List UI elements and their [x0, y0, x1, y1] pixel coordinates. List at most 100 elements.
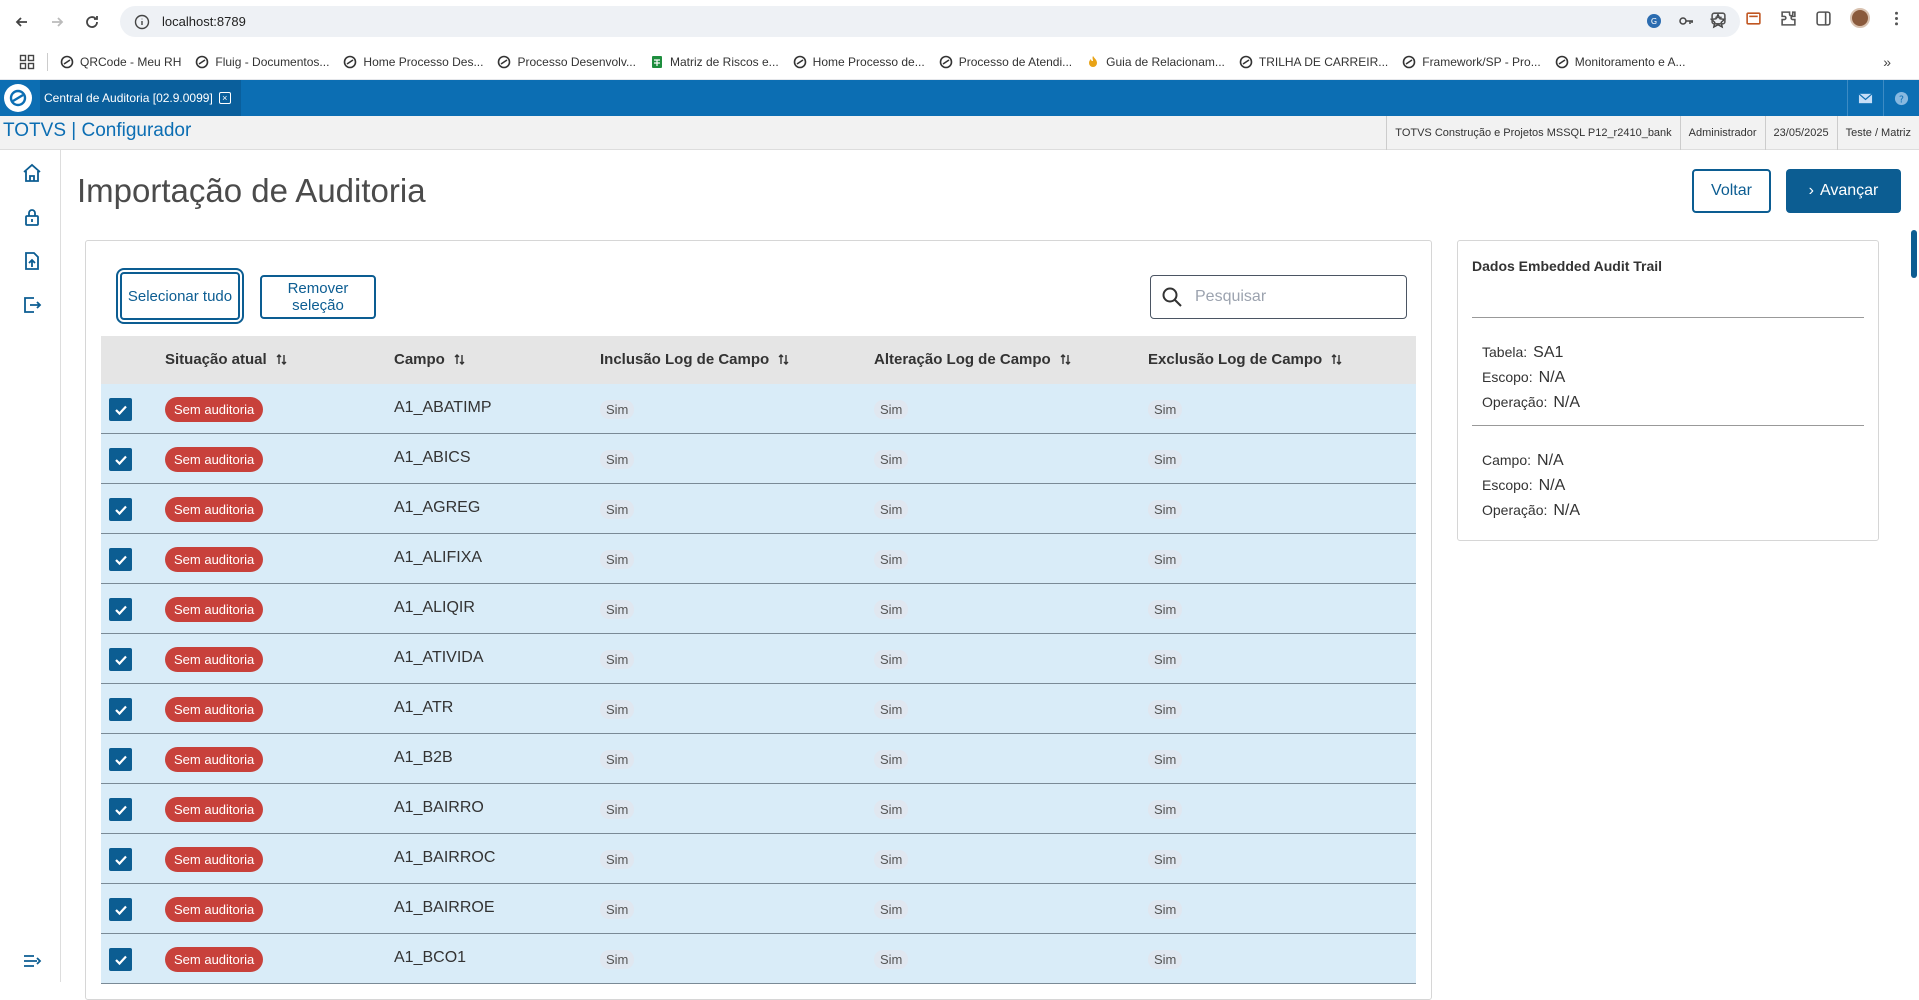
side-panel-icon[interactable] [1815, 10, 1832, 27]
site-info-icon[interactable] [134, 14, 150, 30]
help-icon[interactable]: ? [1883, 80, 1919, 116]
page-scrollbar-thumb[interactable] [1911, 230, 1917, 278]
checkmark-icon [114, 655, 127, 665]
next-button-label: Avançar [1819, 182, 1879, 199]
translate-icon[interactable]: G [1646, 13, 1662, 29]
column-header-alteracao[interactable]: Alteração Log de Campo [874, 351, 1072, 368]
sort-icon[interactable] [1330, 353, 1343, 366]
bookmark-item[interactable]: Guia de Relacionam... [1086, 55, 1225, 69]
bookmark-item[interactable]: Matriz de Riscos e... [650, 55, 779, 69]
bookmark-item[interactable]: Home Processo Des... [343, 55, 483, 69]
inclusao-cell: Sim [600, 500, 635, 519]
fields-table: Situação atual Campo Inclusão Log de Cam… [101, 336, 1416, 984]
mail-icon[interactable] [1847, 80, 1883, 116]
status-badge: Sem auditoria [165, 447, 264, 472]
next-button[interactable]: › Avançar [1786, 169, 1901, 213]
column-header-inclusao[interactable]: Inclusão Log de Campo [600, 351, 790, 368]
back-icon[interactable] [9, 9, 35, 35]
profile-avatar[interactable] [1850, 8, 1870, 28]
home-icon[interactable] [21, 162, 43, 184]
table-row[interactable]: Sem auditoria A1_BCO1 Sim Sim Sim [101, 934, 1416, 984]
upload-file-icon[interactable] [21, 250, 43, 272]
table-row[interactable]: Sem auditoria A1_ABICS Sim Sim Sim [101, 434, 1416, 484]
table-row[interactable]: Sem auditoria A1_ALIFIXA Sim Sim Sim [101, 534, 1416, 584]
select-all-button[interactable]: Selecionar tudo [116, 268, 244, 324]
row-checkbox[interactable] [109, 648, 132, 671]
remove-selection-button[interactable]: Remover seleção [260, 275, 376, 319]
context-user[interactable]: Administrador [1679, 116, 1765, 150]
exclusao-cell: Sim [1148, 850, 1183, 869]
bookmark-item[interactable]: Processo Desenvolv... [497, 55, 636, 69]
table-row[interactable]: Sem auditoria A1_ATR Sim Sim Sim [101, 684, 1416, 734]
column-header-status[interactable]: Situação atual [165, 351, 288, 368]
row-checkbox[interactable] [109, 798, 132, 821]
field-scope-info: Escopo: N/A [1482, 477, 1565, 495]
row-checkbox[interactable] [109, 748, 132, 771]
bookmark-item[interactable]: Processo de Atendi... [939, 55, 1072, 69]
table-row[interactable]: Sem auditoria A1_BAIRROE Sim Sim Sim [101, 884, 1416, 934]
sort-icon[interactable] [1059, 353, 1072, 366]
back-button[interactable]: Voltar [1692, 169, 1771, 213]
extension-b-icon[interactable] [1745, 10, 1762, 27]
bookmark-item[interactable]: TRILHA DE CARREIR... [1239, 55, 1388, 69]
apps-grid-icon[interactable] [19, 54, 35, 70]
table-row[interactable]: Sem auditoria A1_BAIRROC Sim Sim Sim [101, 834, 1416, 884]
search-field[interactable] [1150, 275, 1407, 319]
forward-icon[interactable] [44, 9, 70, 35]
bookmark-item[interactable]: Home Processo de... [793, 55, 925, 69]
column-header-exclusao[interactable]: Exclusão Log de Campo [1148, 351, 1343, 368]
inclusao-cell: Sim [600, 650, 635, 669]
search-input[interactable] [1195, 288, 1395, 306]
address-bar[interactable]: localhost:8789 G [120, 6, 1740, 37]
table-row[interactable]: Sem auditoria A1_AGREG Sim Sim Sim [101, 484, 1416, 534]
fluig-logo-icon [1239, 55, 1253, 68]
bookmark-item[interactable]: Framework/SP - Pro... [1402, 55, 1541, 69]
extensions-icon[interactable] [1780, 10, 1797, 27]
field-info-value: N/A [1537, 452, 1564, 469]
row-checkbox[interactable] [109, 498, 132, 521]
menu-dots-icon[interactable] [1888, 10, 1905, 27]
bookmark-item[interactable]: Monitoramento e A... [1555, 55, 1685, 69]
extension-a-icon[interactable] [1710, 10, 1727, 27]
row-checkbox[interactable] [109, 598, 132, 621]
row-checkbox[interactable] [109, 848, 132, 871]
table-info: Tabela: SA1 [1482, 344, 1563, 362]
operation-info-label: Operação: [1482, 394, 1548, 410]
exclusao-cell: Sim [1148, 400, 1183, 419]
exclusao-cell: Sim [1148, 800, 1183, 819]
status-badge: Sem auditoria [165, 697, 264, 722]
bookmarks-overflow-icon[interactable]: » [1883, 54, 1891, 70]
row-checkbox[interactable] [109, 898, 132, 921]
row-checkbox[interactable] [109, 548, 132, 571]
sort-icon[interactable] [453, 353, 466, 366]
context-company[interactable]: TOTVS Construção e Projetos MSSQL P12_r2… [1386, 116, 1679, 150]
key-icon[interactable] [1678, 13, 1694, 29]
tab-central-auditoria[interactable]: Central de Auditoria [02.9.0099] × [40, 80, 241, 116]
sort-icon[interactable] [275, 353, 288, 366]
inclusao-cell: Sim [600, 800, 635, 819]
column-header-campo[interactable]: Campo [394, 351, 466, 368]
lock-icon[interactable] [21, 206, 43, 228]
table-row[interactable]: Sem auditoria A1_B2B Sim Sim Sim [101, 734, 1416, 784]
sort-icon[interactable] [777, 353, 790, 366]
context-date[interactable]: 23/05/2025 [1764, 116, 1837, 150]
table-row[interactable]: Sem auditoria A1_ALIQIR Sim Sim Sim [101, 584, 1416, 634]
row-checkbox[interactable] [109, 398, 132, 421]
table-row[interactable]: Sem auditoria A1_ATIVIDA Sim Sim Sim [101, 634, 1416, 684]
expand-menu-icon[interactable] [21, 950, 43, 972]
logout-icon[interactable] [21, 294, 43, 316]
table-row[interactable]: Sem auditoria A1_BAIRRO Sim Sim Sim [101, 784, 1416, 834]
close-tab-icon[interactable]: × [218, 92, 231, 104]
inclusao-cell: Sim [600, 400, 635, 419]
totvs-logo-icon[interactable] [4, 84, 32, 112]
reload-icon[interactable] [79, 9, 105, 35]
bookmark-item[interactable]: Fluig - Documentos... [195, 55, 329, 69]
checkmark-icon [114, 955, 127, 965]
row-checkbox[interactable] [109, 698, 132, 721]
exclusao-cell: Sim [1148, 900, 1183, 919]
table-row[interactable]: Sem auditoria A1_ABATIMP Sim Sim Sim [101, 384, 1416, 434]
bookmark-item[interactable]: QRCode - Meu RH [60, 55, 181, 69]
context-branch[interactable]: Teste / Matriz [1836, 116, 1919, 150]
row-checkbox[interactable] [109, 948, 132, 971]
row-checkbox[interactable] [109, 448, 132, 471]
